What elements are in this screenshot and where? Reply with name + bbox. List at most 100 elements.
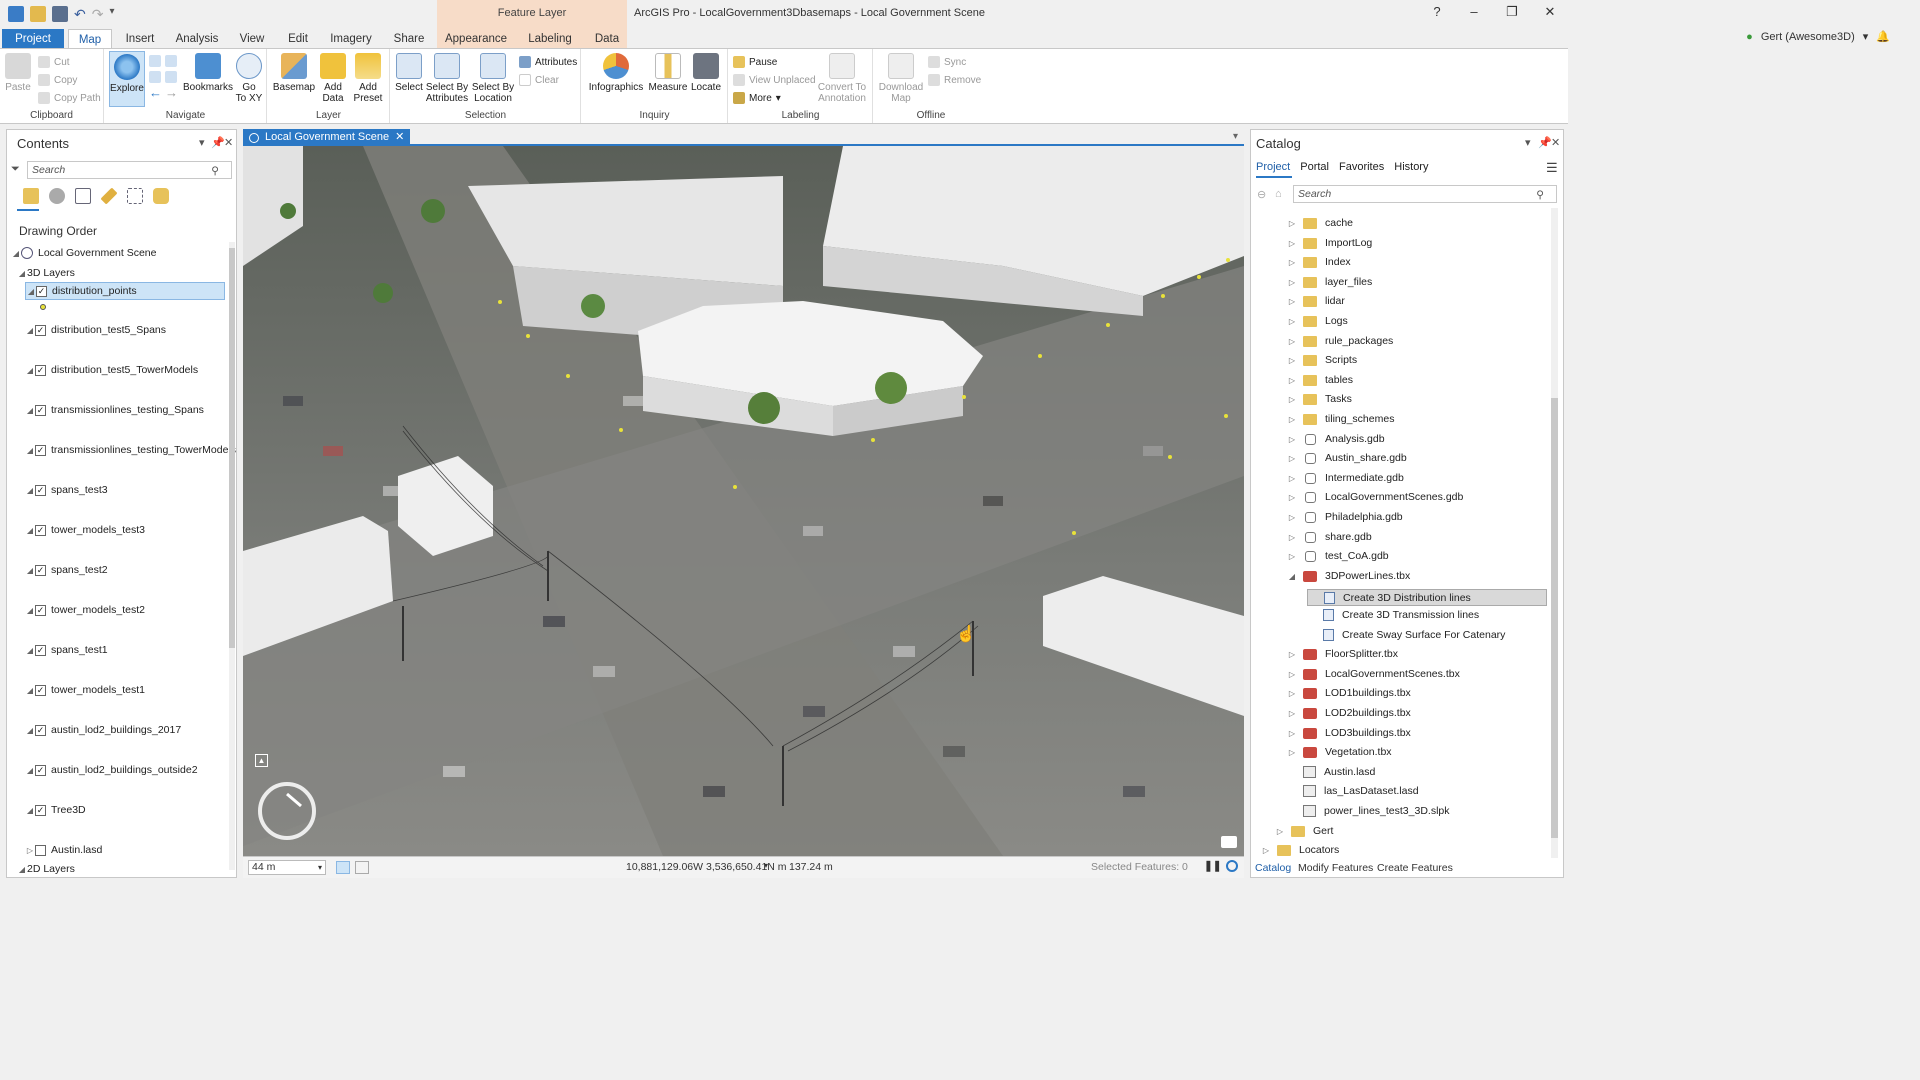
list-by-snapping-icon[interactable] [127,188,143,204]
catalog-item[interactable]: ▷ Tasks [1287,393,1352,405]
catalog-item[interactable]: ▷ test_CoA.gdb [1287,550,1389,562]
catalog-pin-icon[interactable]: 📌 [1538,136,1552,149]
catalog-item[interactable]: ▷ layer_files [1287,276,1372,288]
layer-item[interactable]: ▷ Austin.lasd [25,844,102,856]
locate-button[interactable]: Locate [688,53,724,93]
pause-labeling-button[interactable]: Pause [733,56,777,68]
expand-arrow-icon[interactable]: ▷ [1287,552,1297,561]
scale-dropdown-icon[interactable]: ▾ [318,861,322,874]
layer-item[interactable]: ◢ ✓ austin_lod2_buildings_2017 [25,724,181,736]
list-by-data-source-icon[interactable] [49,188,65,204]
tab-analysis[interactable]: Analysis [170,29,224,49]
add-data-button[interactable]: Add Data [318,53,348,104]
user-dropdown-icon[interactable]: ▾ [1863,30,1869,43]
add-preset-button[interactable]: Add Preset [350,53,386,104]
catalog-item[interactable]: ▷ cache [1287,217,1353,229]
coordinate-dropdown-icon[interactable]: ▾ [764,861,768,870]
visibility-checkbox[interactable]: ✓ [35,684,46,696]
catalog-item[interactable]: ▷ LOD3buildings.tbx [1287,727,1411,739]
catalog-item[interactable]: ▷ Austin_share.gdb [1287,452,1407,464]
expand-arrow-icon[interactable]: ▷ [1287,493,1297,502]
contents-menu-icon[interactable]: ▾ [199,136,205,149]
visibility-checkbox[interactable]: ✓ [35,524,46,536]
catalog-item[interactable]: ▷ Vegetation.tbx [1287,746,1392,758]
filter-icon[interactable]: ⏷ [11,163,20,176]
next-extent-icon[interactable]: → [165,85,178,100]
expand-arrow-icon[interactable]: ▷ [1287,219,1297,228]
copy-button[interactable]: Copy [38,74,77,86]
catalog-item[interactable]: ▷ rule_packages [1287,335,1393,347]
expand-arrow-icon[interactable]: ▷ [1287,337,1297,346]
visibility-checkbox[interactable]: ✓ [35,404,46,416]
layer-item[interactable]: ◢ ✓ spans_test1 [25,644,108,656]
explore-button[interactable]: Explore [109,51,145,107]
tab-appearance[interactable]: Appearance [440,29,512,49]
expand-arrow-icon[interactable]: ▷ [1287,376,1297,385]
attributes-button[interactable]: Attributes [519,56,577,68]
catalog-item[interactable]: Create Sway Surface For Catenary [1307,629,1505,641]
expand-arrow-icon[interactable]: ▷ [1287,533,1297,542]
save-project-icon[interactable] [52,6,68,22]
remove-offline-button[interactable]: Remove [928,74,981,86]
catalog-item[interactable]: ▷ tables [1287,374,1353,386]
catalog-item[interactable]: ▷ Locators [1261,844,1339,856]
contents-scrollbar-thumb[interactable] [229,248,235,648]
bookmarks-button[interactable]: Bookmarks [183,53,233,93]
tab-insert[interactable]: Insert [118,29,162,49]
collapse-arrow-icon[interactable]: ◢ [25,526,35,535]
bottom-tab-modify-features[interactable]: Modify Features [1298,862,1373,874]
layer-item[interactable]: ◢ ✓ spans_test2 [25,564,108,576]
catalog-item[interactable]: ▷ tiling_schemes [1287,413,1395,425]
zoom-in-icon[interactable] [149,71,161,83]
pause-drawing-icon[interactable]: ❚❚ [1204,860,1222,872]
catalog-item[interactable]: ◢ 3DPowerLines.tbx [1287,570,1410,582]
expand-arrow-icon[interactable]: ▷ [1287,729,1297,738]
customize-qa-icon[interactable]: ▾ [109,6,114,23]
tab-data[interactable]: Data [588,29,626,49]
more-labeling-button[interactable]: More ▾ [733,92,781,104]
scene-item[interactable]: ◢ Local Government Scene [11,247,156,259]
contents-search-input[interactable]: Search ⚲ [27,161,232,179]
catalog-tab-history[interactable]: History [1394,161,1428,173]
measure-grid-icon[interactable] [355,861,369,874]
tab-project[interactable]: Project [2,29,64,49]
collapse-arrow-icon[interactable]: ◢ [25,606,35,615]
expand-arrow-icon[interactable]: ▷ [1287,415,1297,424]
notification-bell-icon[interactable]: 🔔 [1876,30,1890,43]
collapse-arrow-icon[interactable]: ◢ [25,646,35,655]
select-button[interactable]: Select [393,53,425,93]
collapse-arrow-icon[interactable]: ◢ [25,446,35,455]
layer-item[interactable]: ◢ ✓ transmissionlines_testing_TowerModels [25,444,236,456]
zoom-out-icon[interactable] [165,71,177,83]
tab-view[interactable]: View [232,29,272,49]
visibility-checkbox[interactable]: ✓ [35,324,46,336]
expand-arrow-icon[interactable]: ▷ [1287,650,1297,659]
open-project-icon[interactable] [30,6,46,22]
catalog-close-icon[interactable]: ✕ [1551,136,1560,149]
bottom-tab-catalog[interactable]: Catalog [1255,862,1291,874]
2d-layers-group[interactable]: ◢ 2D Layers [17,863,75,875]
contents-pin-icon[interactable]: 📌 [211,136,225,149]
layer-item[interactable]: ◢ ✓ transmissionlines_testing_Spans [25,404,204,416]
view-unplaced-button[interactable]: View Unplaced [733,74,816,86]
restore-button[interactable]: ❐ [1502,4,1522,20]
catalog-item[interactable]: las_LasDataset.lasd [1287,785,1419,797]
visibility-checkbox[interactable]: ✓ [35,364,46,376]
layer-item[interactable]: ◢ ✓ distribution_test5_Spans [25,324,166,336]
expand-arrow-icon[interactable]: ▷ [25,846,35,855]
visibility-checkbox[interactable]: ✓ [35,604,46,616]
tab-imagery[interactable]: Imagery [324,29,378,49]
tab-share[interactable]: Share [386,29,432,49]
paste-button[interactable]: Paste [4,53,32,93]
copy-path-button[interactable]: Copy Path [38,92,101,104]
user-name[interactable]: Gert (Awesome3D) [1761,31,1855,43]
catalog-item[interactable]: ▷ FloorSplitter.tbx [1287,648,1398,660]
collapse-arrow-icon[interactable]: ◢ [25,686,35,695]
visibility-checkbox[interactable]: ✓ [35,724,46,736]
catalog-menu-icon[interactable]: ▾ [1525,136,1531,149]
catalog-item[interactable]: ▷ Scripts [1287,354,1357,366]
collapse-arrow-icon[interactable]: ◢ [25,326,35,335]
layer-item[interactable]: ◢ ✓ spans_test3 [25,484,108,496]
collapse-arrow-icon[interactable]: ◢ [11,249,21,258]
expand-arrow-icon[interactable]: ▷ [1287,748,1297,757]
